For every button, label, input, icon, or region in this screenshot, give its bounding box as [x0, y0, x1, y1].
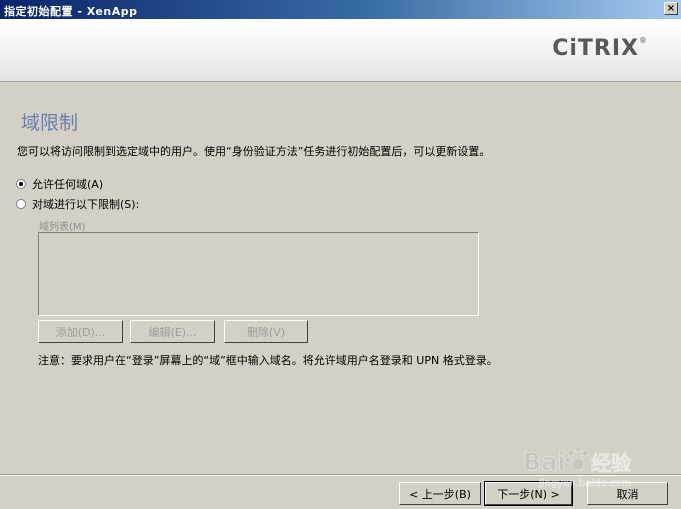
close-button[interactable]: × [664, 2, 678, 15]
allow-any-domain-label: 允许任何域(A) [32, 178, 104, 191]
restrict-domain-label: 对域进行以下限制(S): [32, 198, 140, 211]
watermark-brand-2: 经验 [591, 451, 631, 475]
restrict-domain-option[interactable]: 对域进行以下限制(S): [16, 196, 139, 212]
paw-icon [565, 445, 589, 471]
watermark-brand: Bai [523, 448, 566, 476]
page-title: 域限制 [21, 112, 79, 134]
edit-domain-button[interactable]: 编辑(E)... [130, 320, 215, 343]
allow-any-domain-option[interactable]: 允许任何域(A) [16, 176, 103, 192]
baidu-jingyan-watermark: Bai 经验 jingyan.baidu.com [523, 445, 632, 489]
title-bar: 指定初始配置 - XenApp × [0, 0, 681, 19]
domain-listbox[interactable] [38, 232, 479, 316]
add-domain-button[interactable]: 添加(D)... [38, 320, 123, 343]
domain-list-label: 域列表(M) [39, 222, 86, 233]
page-description: 您可以将访问限制到选定域中的用户。使用“身份验证方法”任务进行初始配置后，可以更… [17, 145, 491, 158]
allow-any-domain-radio[interactable] [16, 179, 26, 189]
note-text: 注意：要求用户在“登录”屏幕上的“域”框中输入域名。将允许域用户名登录和 UPN… [38, 354, 498, 367]
watermark-url: jingyan.baidu.com [538, 478, 631, 489]
wizard-header: CiTRIX® [0, 19, 681, 82]
restrict-domain-radio[interactable] [16, 199, 26, 209]
window-title: 指定初始配置 - XenApp [4, 5, 138, 18]
back-button[interactable]: < 上一步(B) [399, 482, 481, 505]
citrix-logo: CiTRIX® [552, 36, 648, 61]
remove-domain-button[interactable]: 删除(V) [224, 320, 308, 343]
